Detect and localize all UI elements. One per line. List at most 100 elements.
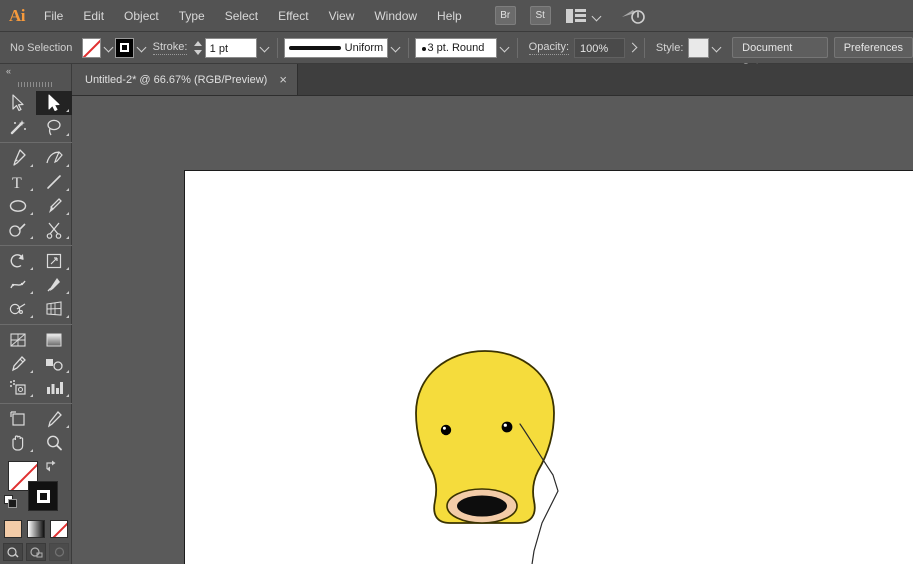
tool-group-indicator: [66, 236, 69, 239]
tool-group-indicator: [30, 236, 33, 239]
bulb-head-character[interactable]: [185, 171, 913, 564]
arrange-documents-icon[interactable]: [566, 8, 586, 24]
line-segment-tool[interactable]: [36, 170, 72, 194]
type-tool[interactable]: T: [0, 170, 36, 194]
direct-selection-tool[interactable]: [36, 91, 72, 115]
graphic-style-swatch[interactable]: [688, 38, 709, 58]
screen-mode-buttons: [0, 541, 72, 563]
menu-effect[interactable]: Effect: [268, 0, 318, 32]
stroke-label[interactable]: Stroke:: [153, 40, 188, 55]
rotate-tool[interactable]: [0, 249, 36, 273]
opacity-flyout-chevron-icon[interactable]: [625, 38, 638, 58]
tool-group-indicator: [66, 133, 69, 136]
menu-object[interactable]: Object: [114, 0, 169, 32]
menu-bar: Ai File Edit Object Type Select Effect V…: [0, 0, 913, 32]
lasso-tool[interactable]: [36, 115, 72, 139]
column-graph-tool[interactable]: [36, 376, 72, 400]
stroke-profile-select[interactable]: Uniform: [284, 38, 388, 58]
perspective-grid-tool[interactable]: [36, 297, 72, 321]
brush-preview-icon: [422, 47, 426, 51]
brush-definition-select[interactable]: 3 pt. Round: [415, 38, 497, 58]
tool-group-indicator: [30, 164, 33, 167]
shaper-pencil-tool[interactable]: [0, 218, 36, 242]
document-tab[interactable]: Untitled-2* @ 66.67% (RGB/Preview) ×: [72, 64, 298, 95]
normal-screen-mode-icon[interactable]: [3, 543, 23, 561]
menu-help[interactable]: Help: [427, 0, 472, 32]
pen-tool[interactable]: [0, 146, 36, 170]
fill-color-swatch[interactable]: [82, 38, 101, 58]
close-icon[interactable]: ×: [279, 75, 287, 85]
selection-tool[interactable]: [0, 91, 36, 115]
preferences-button[interactable]: Preferences: [834, 37, 913, 58]
scale-tool[interactable]: [36, 249, 72, 273]
fill-dropdown-chevron-icon[interactable]: [101, 38, 115, 58]
eyedropper-tool[interactable]: [0, 352, 36, 376]
divider: [277, 38, 278, 58]
ellipse-tool[interactable]: [0, 194, 36, 218]
curvature-tool[interactable]: [36, 146, 72, 170]
stroke-color-swatch[interactable]: [115, 38, 134, 58]
full-screen-menubar-icon[interactable]: [26, 543, 46, 561]
tool-divider: [0, 403, 72, 404]
gradient-button[interactable]: [27, 520, 45, 538]
brush-definition-chevron-icon[interactable]: [497, 38, 511, 58]
brush-definition-label: 3 pt. Round: [427, 42, 484, 54]
selection-status: No Selection: [10, 42, 82, 54]
right-eye[interactable]: [502, 422, 513, 433]
stock-button[interactable]: St: [530, 6, 551, 25]
divider: [644, 38, 645, 58]
stroke-weight-chevron-icon[interactable]: [257, 38, 271, 58]
stroke-profile-chevron-icon[interactable]: [388, 38, 402, 58]
hand-tool[interactable]: [0, 431, 36, 455]
style-label: Style:: [656, 41, 684, 55]
width-warp-tool[interactable]: [0, 273, 36, 297]
tool-group-indicator: [30, 267, 33, 270]
opacity-label[interactable]: Opacity:: [529, 40, 569, 55]
canvas-area[interactable]: [72, 96, 913, 564]
shape-builder-tool[interactable]: [0, 297, 36, 321]
menu-type[interactable]: Type: [169, 0, 215, 32]
paintbrush-tool[interactable]: [36, 194, 72, 218]
tool-group-indicator: [66, 291, 69, 294]
menu-view[interactable]: View: [319, 0, 365, 32]
symbol-sprayer-tool[interactable]: [0, 376, 36, 400]
menu-file[interactable]: File: [34, 0, 73, 32]
blend-tool[interactable]: [36, 352, 72, 376]
mouth-inner[interactable]: [457, 496, 507, 517]
stroke-dropdown-chevron-icon[interactable]: [134, 38, 148, 58]
color-button[interactable]: [4, 520, 22, 538]
stroke-weight-input[interactable]: 1 pt: [205, 38, 258, 58]
default-fill-stroke-icon[interactable]: [4, 495, 18, 509]
menu-select[interactable]: Select: [215, 0, 268, 32]
menu-edit[interactable]: Edit: [73, 0, 114, 32]
none-button[interactable]: [50, 520, 68, 538]
color-mode-buttons: [0, 517, 72, 541]
search-tools-icon[interactable]: [620, 6, 646, 26]
menu-window[interactable]: Window: [364, 0, 427, 32]
slice-tool[interactable]: [36, 407, 72, 431]
magic-wand-tool[interactable]: [0, 115, 36, 139]
mesh-tool[interactable]: [0, 328, 36, 352]
swap-fill-stroke-icon[interactable]: [44, 459, 58, 473]
stroke-weight-stepper[interactable]: [192, 39, 202, 57]
style-chevron-icon[interactable]: [709, 38, 723, 58]
collapse-panel-icon[interactable]: «: [0, 64, 71, 78]
bridge-button[interactable]: Br: [495, 6, 516, 25]
document-tab-title: Untitled-2* @ 66.67% (RGB/Preview): [85, 74, 267, 86]
zoom-tool[interactable]: [36, 431, 72, 455]
app-logo: Ai: [0, 0, 34, 32]
gradient-tool[interactable]: [36, 328, 72, 352]
opacity-input[interactable]: 100%: [574, 38, 625, 58]
stroke-swatch[interactable]: [28, 481, 58, 511]
left-eye[interactable]: [441, 425, 451, 435]
free-transform-tool[interactable]: [36, 273, 72, 297]
panel-drag-grip[interactable]: [18, 79, 54, 89]
chevron-down-icon[interactable]: [590, 8, 604, 24]
tool-group-indicator: [66, 425, 69, 428]
tool-divider: [0, 324, 72, 325]
scissors-eraser-tool[interactable]: [36, 218, 72, 242]
artboard-tool[interactable]: [0, 407, 36, 431]
document-setup-button[interactable]: Document Setup: [732, 37, 828, 58]
artboard[interactable]: [184, 170, 913, 564]
full-screen-mode-icon[interactable]: [49, 543, 69, 561]
